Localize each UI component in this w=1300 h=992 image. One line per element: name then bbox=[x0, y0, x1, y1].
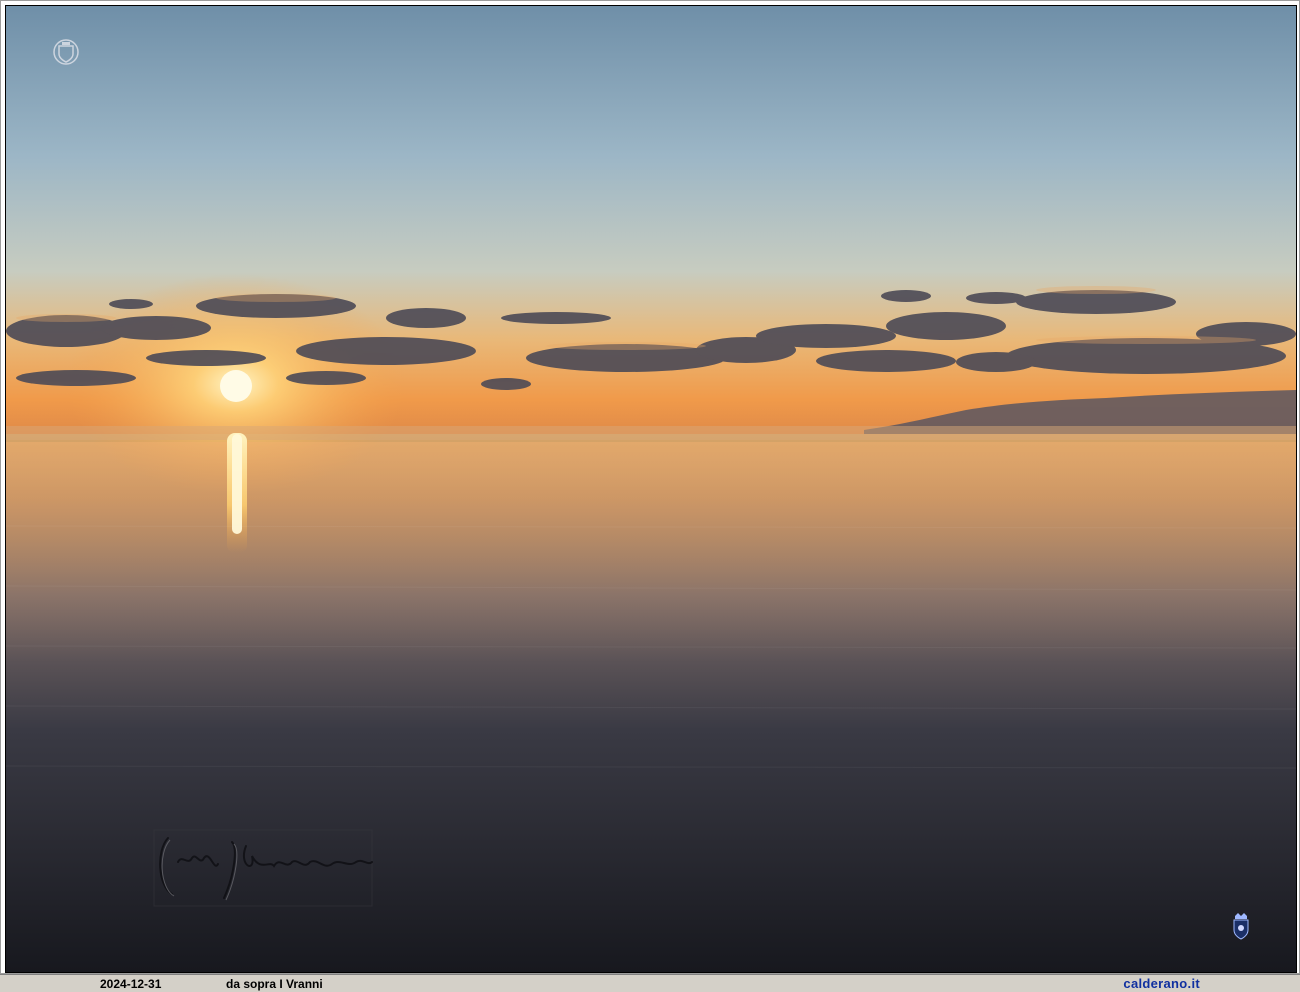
photo-frame bbox=[0, 0, 1300, 974]
photo-date: 2024-12-31 bbox=[100, 977, 162, 991]
horizon-haze bbox=[6, 426, 1296, 440]
sun bbox=[220, 370, 252, 402]
site-link[interactable]: calderano.it bbox=[1123, 976, 1200, 991]
caption-bar: 2024-12-31 da sopra I Vranni calderano.i… bbox=[0, 974, 1300, 992]
coat-of-arms-icon bbox=[1233, 913, 1249, 940]
sunset-photo bbox=[5, 5, 1297, 973]
sea-reflection bbox=[6, 442, 1296, 662]
photo-title: da sopra I Vranni bbox=[226, 977, 323, 991]
sun-path-core bbox=[232, 434, 242, 534]
sunset-scene bbox=[6, 6, 1296, 972]
